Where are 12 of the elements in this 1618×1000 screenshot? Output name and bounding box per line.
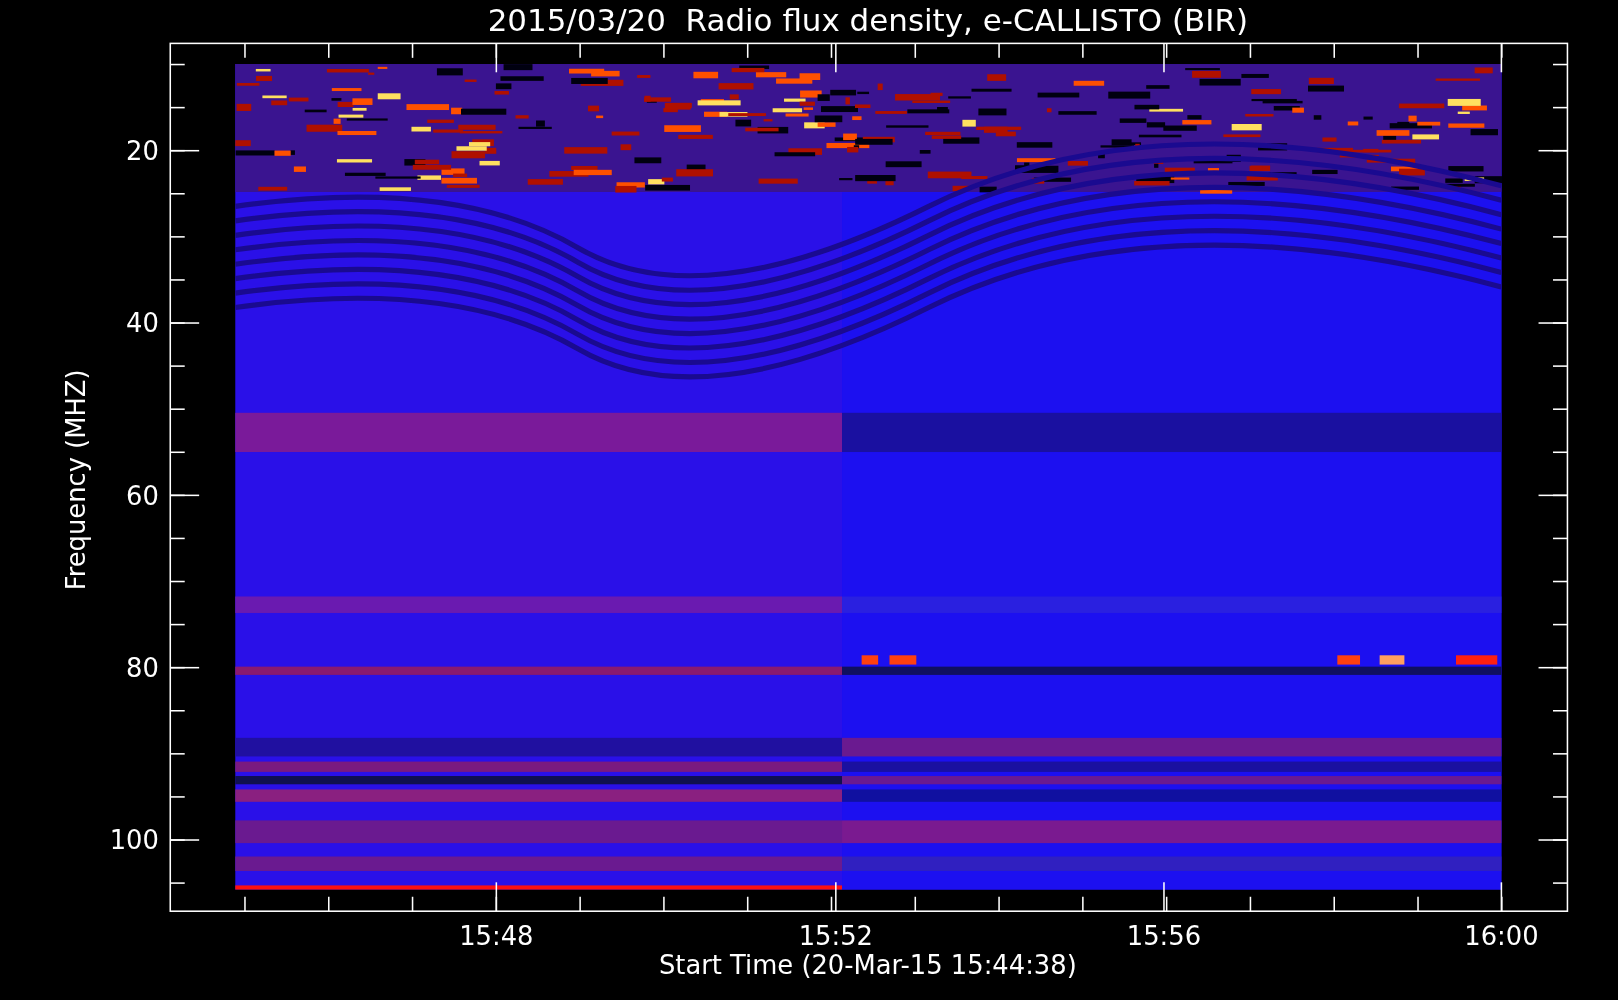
y-tick-label: 20	[126, 136, 159, 166]
y-tick-label: 100	[109, 825, 159, 856]
x-tick-label: 15:48	[459, 921, 534, 952]
y-axis-label: Frequency (MHZ)	[60, 369, 91, 591]
x-tick-label: 16:00	[1464, 921, 1539, 952]
y-tick-label: 60	[126, 480, 159, 511]
x-tick-label: 15:56	[1126, 921, 1202, 952]
chart-title: 2015/03/20 Radio flux density, e-CALLISTO (BIR)	[487, 2, 1248, 38]
y-tick-label: 40	[126, 308, 159, 339]
x-tick-label: 15:52	[798, 921, 873, 952]
y-tick-label: 80	[126, 652, 159, 683]
x-axis-label: Start Time (20-Mar-15 15:44:38)	[658, 950, 1077, 981]
